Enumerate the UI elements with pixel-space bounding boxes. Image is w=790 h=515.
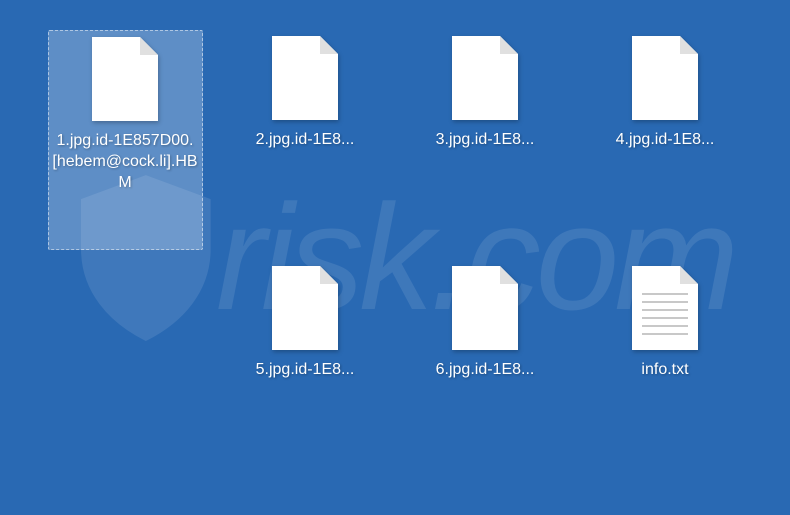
file-item-3[interactable]: 3.jpg.id-1E8... [408,30,563,250]
file-label: 5.jpg.id-1E8... [256,360,355,381]
file-label: info.txt [641,360,688,381]
file-label: 2.jpg.id-1E8... [256,130,355,151]
file-label: 3.jpg.id-1E8... [436,130,535,151]
file-item-6[interactable]: 6.jpg.id-1E8... [408,260,563,480]
blank-file-icon [450,34,520,122]
desktop-area[interactable]: 1.jpg.id-1E857D00.[hebem@cock.li].HBM 2.… [0,0,790,510]
file-item-2[interactable]: 2.jpg.id-1E8... [228,30,383,250]
blank-file-icon [270,34,340,122]
blank-file-icon [270,264,340,352]
file-item-4[interactable]: 4.jpg.id-1E8... [588,30,743,250]
empty-grid-cell [48,260,203,480]
text-file-icon [630,264,700,352]
file-label: 1.jpg.id-1E857D00.[hebem@cock.li].HBM [50,131,200,193]
blank-file-icon [90,35,160,123]
file-item-5[interactable]: 5.jpg.id-1E8... [228,260,383,480]
file-label: 4.jpg.id-1E8... [616,130,715,151]
file-item-1[interactable]: 1.jpg.id-1E857D00.[hebem@cock.li].HBM [48,30,203,250]
file-label: 6.jpg.id-1E8... [436,360,535,381]
blank-file-icon [630,34,700,122]
blank-file-icon [450,264,520,352]
file-item-info-txt[interactable]: info.txt [588,260,743,480]
